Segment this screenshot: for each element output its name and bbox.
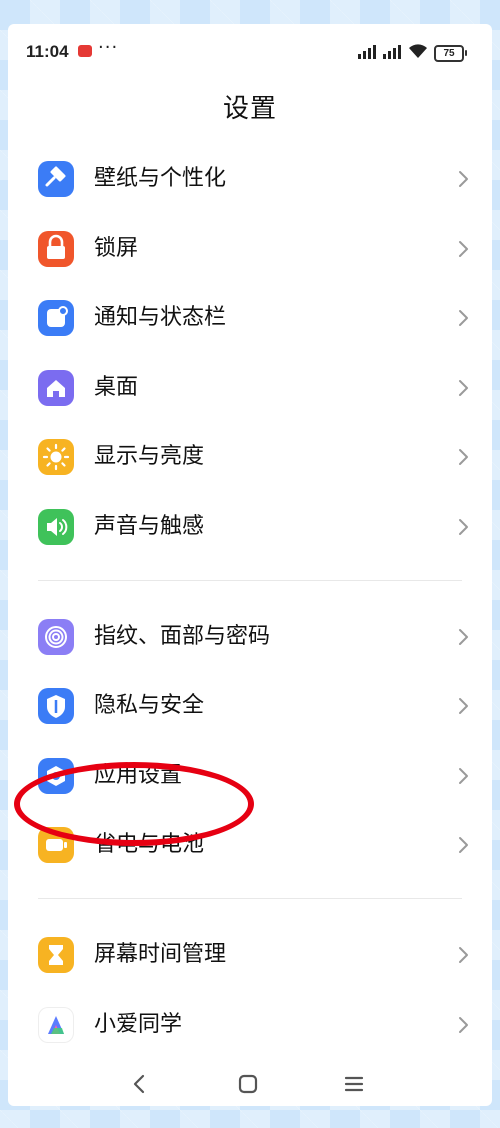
speaker-icon [38, 509, 74, 545]
settings-item-label: 桌面 [94, 374, 139, 400]
privacy-shield-icon [38, 688, 74, 725]
menu-icon[interactable] [342, 1072, 366, 1096]
chevron-right-icon [459, 837, 468, 854]
settings-item-notification[interactable]: 通知与状态栏 [8, 283, 492, 353]
settings-item-fingerprint[interactable]: 指纹、面部与密码 [8, 602, 492, 672]
back-icon[interactable] [128, 1072, 152, 1096]
home-button-icon[interactable] [236, 1072, 260, 1096]
chevron-right-icon [459, 240, 468, 257]
settings-item-wallpaper-brush[interactable]: 壁纸与个性化 [8, 144, 492, 214]
settings-item-label: 通知与状态栏 [94, 305, 227, 331]
lock-icon [38, 230, 74, 267]
settings-item-label: 显示与亮度 [94, 444, 205, 470]
settings-item-speaker[interactable]: 声音与触感 [8, 492, 492, 562]
settings-item-lock[interactable]: 锁屏 [8, 214, 492, 284]
home-icon [38, 369, 74, 406]
settings-item-label: 壁纸与个性化 [94, 166, 227, 191]
chevron-right-icon [459, 379, 468, 396]
hourglass-icon [38, 937, 74, 973]
wallpaper-brush-icon [38, 161, 74, 197]
page-title: 设置 [222, 94, 277, 124]
settings-item-hourglass[interactable]: 屏幕时间管理 [8, 920, 492, 990]
chevron-right-icon [459, 767, 468, 784]
navigation-bar [8, 1064, 492, 1104]
chevron-right-icon [459, 449, 468, 466]
settings-item-label: 小爱同学 [94, 1011, 183, 1037]
chevron-right-icon [459, 519, 468, 535]
status-bar: 11:04 ··· 75 [8, 24, 492, 82]
settings-item-label: 指纹、面部与密码 [94, 623, 271, 649]
section-divider [38, 898, 462, 899]
chevron-right-icon [459, 628, 468, 645]
xiaoai-assistant-icon [38, 1006, 74, 1043]
battery-indicator: 75 [434, 45, 467, 62]
signal-icon [358, 45, 376, 59]
settings-item-privacy-shield[interactable]: 隐私与安全 [8, 671, 492, 741]
more-notifications-icon: ··· [98, 37, 119, 58]
signal-icon [383, 45, 401, 59]
settings-item-label: 屏幕时间管理 [94, 942, 227, 967]
notification-app-icon [78, 45, 92, 57]
settings-item-label: 锁屏 [94, 235, 139, 261]
settings-item-sun[interactable]: 显示与亮度 [8, 422, 492, 492]
chevron-right-icon [459, 171, 468, 187]
sun-icon [38, 439, 74, 476]
chevron-right-icon [459, 947, 468, 963]
annotation-circle [14, 762, 254, 846]
chevron-right-icon [459, 310, 468, 327]
notification-icon [38, 300, 74, 337]
chevron-right-icon [459, 698, 468, 715]
section-divider [38, 579, 462, 581]
fingerprint-icon [38, 618, 74, 655]
settings-item-home[interactable]: 桌面 [8, 353, 492, 423]
settings-item-label: 声音与触感 [94, 514, 205, 539]
wifi-icon [409, 44, 427, 58]
phone-screen: 11:04 ··· 75 设置 壁纸与个性化 锁屏通知与状态栏 桌面显示与亮度声音与… [8, 24, 492, 1106]
settings-item-xiaoai-assistant[interactable]: 小爱同学 [8, 990, 492, 1060]
settings-item-label: 隐私与安全 [94, 693, 205, 719]
chevron-right-icon [459, 1016, 468, 1033]
status-time: 11:04 [26, 42, 69, 61]
